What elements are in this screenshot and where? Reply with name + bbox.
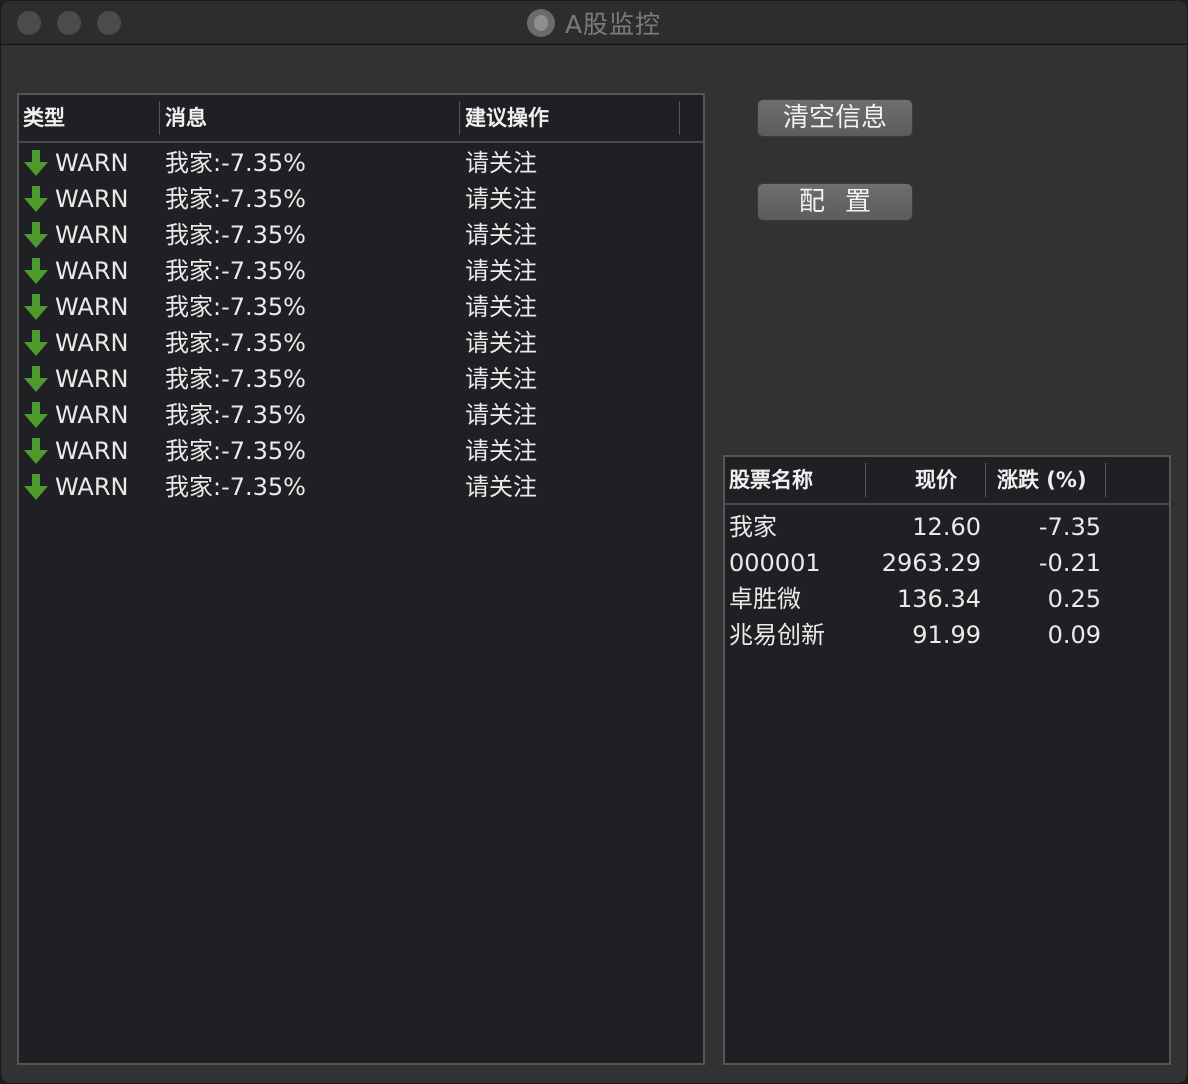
app-window: A股监控 类型 消息 建议操作 WARN 我家:-7.35% 请关注 WARN 我家:-… xyxy=(0,0,1188,1084)
alert-action: 请关注 xyxy=(465,365,537,393)
table-row[interactable]: 兆易创新 91.99 0.09 xyxy=(725,617,1169,653)
stock-change: -0.21 xyxy=(1038,549,1101,577)
stock-change: -7.35 xyxy=(1038,513,1101,541)
alert-action: 请关注 xyxy=(465,149,537,177)
alert-message: 我家:-7.35% xyxy=(165,473,306,501)
down-arrow-icon xyxy=(24,294,48,320)
alert-action: 请关注 xyxy=(465,221,537,249)
down-arrow-icon xyxy=(24,258,48,284)
alert-message: 我家:-7.35% xyxy=(165,221,306,249)
stocks-table[interactable]: 股票名称 现价 涨跌 (%) 我家 12.60 -7.35 000001 2963.29… xyxy=(723,455,1171,1065)
table-row[interactable]: WARN 我家:-7.35% 请关注 xyxy=(19,325,703,361)
alert-action: 请关注 xyxy=(465,293,537,321)
alert-action: 请关注 xyxy=(465,401,537,429)
down-arrow-icon xyxy=(24,402,48,428)
stock-name: 卓胜微 xyxy=(729,585,801,613)
alert-type: WARN xyxy=(55,149,129,177)
column-header-stock-name[interactable]: 股票名称 xyxy=(729,457,813,503)
down-arrow-icon xyxy=(24,150,48,176)
table-row[interactable]: 000001 2963.29 -0.21 xyxy=(725,545,1169,581)
table-row[interactable]: WARN 我家:-7.35% 请关注 xyxy=(19,361,703,397)
window-title: A股监控 xyxy=(564,10,662,39)
column-header-type[interactable]: 类型 xyxy=(23,95,65,141)
alert-message: 我家:-7.35% xyxy=(165,437,306,465)
stock-price: 12.60 xyxy=(912,513,981,541)
column-header-price[interactable]: 现价 xyxy=(915,457,957,503)
alert-message: 我家:-7.35% xyxy=(165,149,306,177)
down-arrow-icon xyxy=(24,438,48,464)
title-bar: A股监控 xyxy=(1,1,1187,45)
alert-type: WARN xyxy=(55,437,129,465)
table-row[interactable]: WARN 我家:-7.35% 请关注 xyxy=(19,469,703,505)
column-divider[interactable] xyxy=(985,463,986,497)
column-divider[interactable] xyxy=(1105,463,1106,497)
table-row[interactable]: WARN 我家:-7.35% 请关注 xyxy=(19,433,703,469)
stock-change: 0.09 xyxy=(1047,621,1101,649)
column-divider[interactable] xyxy=(159,101,160,135)
column-divider[interactable] xyxy=(459,101,460,135)
alert-type: WARN xyxy=(55,473,129,501)
alert-message: 我家:-7.35% xyxy=(165,365,306,393)
column-divider[interactable] xyxy=(679,101,680,135)
down-arrow-icon xyxy=(24,222,48,248)
down-arrow-icon xyxy=(24,330,48,356)
table-row[interactable]: WARN 我家:-7.35% 请关注 xyxy=(19,253,703,289)
alert-type: WARN xyxy=(55,185,129,213)
table-row[interactable]: WARN 我家:-7.35% 请关注 xyxy=(19,289,703,325)
table-row[interactable]: 卓胜微 136.34 0.25 xyxy=(725,581,1169,617)
alert-action: 请关注 xyxy=(465,329,537,357)
alert-action: 请关注 xyxy=(465,473,537,501)
column-header-change[interactable]: 涨跌 (%) xyxy=(997,457,1087,503)
stock-price: 2963.29 xyxy=(881,549,981,577)
alert-type: WARN xyxy=(55,221,129,249)
stock-price: 91.99 xyxy=(912,621,981,649)
stocks-table-header: 股票名称 现价 涨跌 (%) xyxy=(725,457,1169,505)
alerts-table[interactable]: 类型 消息 建议操作 WARN 我家:-7.35% 请关注 WARN 我家:-7.35%… xyxy=(17,93,705,1065)
alert-type: WARN xyxy=(55,329,129,357)
alert-message: 我家:-7.35% xyxy=(165,257,306,285)
stock-name: 000001 xyxy=(729,549,821,577)
column-header-message[interactable]: 消息 xyxy=(165,95,207,141)
alert-action: 请关注 xyxy=(465,437,537,465)
config-button[interactable]: 配置 xyxy=(757,183,913,221)
alert-action: 请关注 xyxy=(465,185,537,213)
alert-type: WARN xyxy=(55,257,129,285)
stock-change: 0.25 xyxy=(1047,585,1101,613)
alert-message: 我家:-7.35% xyxy=(165,329,306,357)
alert-action: 请关注 xyxy=(465,257,537,285)
alert-message: 我家:-7.35% xyxy=(165,293,306,321)
title-group: A股监控 xyxy=(1,7,1187,39)
column-header-action[interactable]: 建议操作 xyxy=(465,95,549,141)
alert-message: 我家:-7.35% xyxy=(165,401,306,429)
table-row[interactable]: WARN 我家:-7.35% 请关注 xyxy=(19,181,703,217)
stock-name: 兆易创新 xyxy=(729,621,825,649)
alert-type: WARN xyxy=(55,365,129,393)
alert-type: WARN xyxy=(55,401,129,429)
down-arrow-icon xyxy=(24,366,48,392)
down-arrow-icon xyxy=(24,474,48,500)
stock-price: 136.34 xyxy=(897,585,981,613)
down-arrow-icon xyxy=(24,186,48,212)
column-divider[interactable] xyxy=(865,463,866,497)
alert-message: 我家:-7.35% xyxy=(165,185,306,213)
table-row[interactable]: WARN 我家:-7.35% 请关注 xyxy=(19,217,703,253)
app-icon xyxy=(526,9,555,37)
alert-type: WARN xyxy=(55,293,129,321)
table-row[interactable]: 我家 12.60 -7.35 xyxy=(725,509,1169,545)
table-row[interactable]: WARN 我家:-7.35% 请关注 xyxy=(19,145,703,181)
alerts-table-header: 类型 消息 建议操作 xyxy=(19,95,703,143)
table-row[interactable]: WARN 我家:-7.35% 请关注 xyxy=(19,397,703,433)
stock-name: 我家 xyxy=(729,513,777,541)
clear-messages-button[interactable]: 清空信息 xyxy=(757,99,913,137)
